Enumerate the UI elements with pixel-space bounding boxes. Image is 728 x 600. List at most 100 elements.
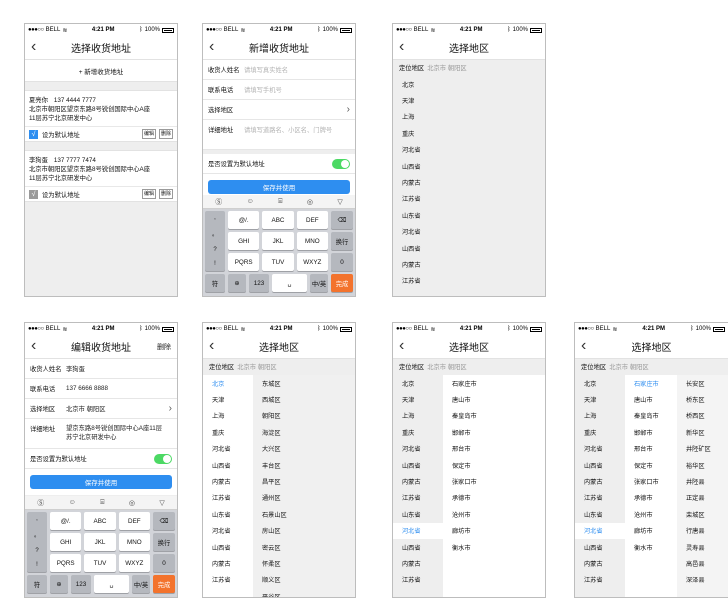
province-item[interactable]: 山西省 xyxy=(393,539,443,555)
phone-field[interactable]: 联系电话 137 6666 8888 xyxy=(25,379,177,399)
district-item[interactable]: 昌平区 xyxy=(253,473,355,489)
space-key[interactable]: ␣ xyxy=(94,575,129,593)
settings-icon[interactable]: ◎ xyxy=(307,198,313,206)
city-item[interactable]: 邯郸市 xyxy=(625,424,677,440)
name-field[interactable]: 收货人姓名 李狗蛋 xyxy=(25,359,177,379)
clipboard-icon[interactable]: ⌸ xyxy=(100,499,104,507)
location-row[interactable]: 定位地区 北京市 朝阳区 xyxy=(393,60,545,74)
newline-key[interactable]: 换行 xyxy=(153,533,175,551)
city-item[interactable]: 沧州市 xyxy=(443,506,545,522)
city-item[interactable]: 保定市 xyxy=(443,457,545,473)
province-item[interactable]: 河北省 xyxy=(393,224,545,240)
district-item[interactable]: 桥西区 xyxy=(677,408,728,424)
city-item[interactable]: 衡水市 xyxy=(443,539,545,555)
emoji-icon[interactable]: ☺ xyxy=(247,198,254,205)
city-item[interactable]: 衡水市 xyxy=(625,539,677,555)
district-item[interactable]: 顺义区 xyxy=(253,572,355,588)
province-item[interactable]: 重庆 xyxy=(203,424,253,440)
district-item[interactable]: 平谷区 xyxy=(253,588,355,597)
city-item[interactable]: 邯郸市 xyxy=(443,424,545,440)
back-icon[interactable]: ‹ xyxy=(399,38,404,56)
punctuation-key[interactable]: ,。?! xyxy=(27,512,47,572)
province-item[interactable]: 上海 xyxy=(393,109,545,125)
delete-key[interactable]: ⌫ xyxy=(331,211,353,229)
done-key[interactable]: 完成 xyxy=(153,575,175,593)
province-item[interactable]: 天津 xyxy=(203,391,253,407)
district-item[interactable]: 井陉矿区 xyxy=(677,441,728,457)
district-item[interactable]: 海淀区 xyxy=(253,424,355,440)
key[interactable]: DEF xyxy=(296,211,328,229)
key[interactable]: JKL xyxy=(262,232,294,250)
province-item[interactable]: 上海 xyxy=(393,408,443,424)
collapse-icon[interactable]: ▽ xyxy=(159,499,164,507)
province-item[interactable]: 内蒙古 xyxy=(393,555,443,571)
province-item[interactable]: 山西省 xyxy=(393,158,545,174)
key[interactable]: GHI xyxy=(50,533,82,551)
district-item[interactable]: 灵寿县 xyxy=(677,539,728,555)
province-item[interactable]: 江苏省 xyxy=(203,572,253,588)
province-item[interactable]: 山西省 xyxy=(393,240,545,256)
district-item[interactable]: 怀柔区 xyxy=(253,555,355,571)
province-item[interactable]: 江苏省 xyxy=(393,273,545,289)
district-item[interactable]: 行唐县 xyxy=(677,523,728,539)
province-item[interactable]: 江苏省 xyxy=(393,572,443,588)
province-item[interactable]: 江苏省 xyxy=(393,191,545,207)
delete-button[interactable]: 删除 xyxy=(158,189,173,199)
region-field[interactable]: 选择地区 北京市 朝阳区 › xyxy=(25,399,177,419)
province-item[interactable]: 河北省 xyxy=(393,441,443,457)
default-toggle[interactable] xyxy=(332,158,350,169)
sogou-icon[interactable]: Ⓢ xyxy=(215,197,222,207)
key[interactable]: ABC xyxy=(84,512,116,530)
number-key[interactable]: 123 xyxy=(71,575,91,593)
province-item[interactable]: 北京 xyxy=(575,375,625,391)
sogou-icon[interactable]: Ⓢ xyxy=(37,498,44,508)
phone-input[interactable]: 请填写手机号 xyxy=(244,85,282,94)
key[interactable]: WXYZ xyxy=(118,554,150,572)
save-button[interactable]: 保存并使用 xyxy=(208,180,350,194)
city-item[interactable]: 石家庄市 xyxy=(443,375,545,391)
province-item[interactable]: 内蒙古 xyxy=(393,256,545,272)
district-item[interactable]: 高邑县 xyxy=(677,555,728,571)
district-item[interactable]: 正定县 xyxy=(677,490,728,506)
province-item[interactable]: 北京 xyxy=(393,76,545,92)
back-icon[interactable]: ‹ xyxy=(581,337,586,355)
globe-key[interactable]: ⊕ xyxy=(50,575,68,593)
key[interactable]: DEF xyxy=(118,512,150,530)
key[interactable]: PQRS xyxy=(50,554,82,572)
detail-input[interactable]: 请填写道路名、小区名、门牌号 xyxy=(244,125,332,134)
city-item[interactable]: 秦皇岛市 xyxy=(443,408,545,424)
district-item[interactable]: 朝阳区 xyxy=(253,408,355,424)
back-icon[interactable]: ‹ xyxy=(31,337,36,355)
city-item[interactable]: 唐山市 xyxy=(443,391,545,407)
save-button[interactable]: 保存并使用 xyxy=(30,475,172,489)
province-item[interactable]: 天津 xyxy=(393,92,545,108)
newline-key[interactable]: 换行 xyxy=(331,232,353,250)
key[interactable]: MNO xyxy=(118,533,150,551)
city-item[interactable]: 沧州市 xyxy=(625,506,677,522)
province-item[interactable]: 山东省 xyxy=(393,506,443,522)
detail-field[interactable]: 详细地址 请填写道路名、小区名、门牌号 xyxy=(203,120,355,150)
district-item[interactable]: 桥东区 xyxy=(677,391,728,407)
province-item[interactable]: 山东省 xyxy=(203,506,253,522)
province-item[interactable]: 内蒙古 xyxy=(393,473,443,489)
zero-key[interactable]: 0 xyxy=(153,554,175,572)
name-input[interactable]: 李狗蛋 xyxy=(66,364,85,373)
symbol-key[interactable]: 符 xyxy=(205,274,225,292)
back-icon[interactable]: ‹ xyxy=(209,38,214,56)
province-item[interactable]: 天津 xyxy=(575,391,625,407)
key[interactable]: GHI xyxy=(228,232,260,250)
province-item[interactable]: 江苏省 xyxy=(203,490,253,506)
phone-field[interactable]: 联系电话 请填写手机号 xyxy=(203,80,355,100)
district-item[interactable]: 大兴区 xyxy=(253,441,355,457)
key[interactable]: PQRS xyxy=(228,253,260,271)
done-key[interactable]: 完成 xyxy=(331,274,353,292)
default-toggle[interactable] xyxy=(154,453,172,464)
emoji-icon[interactable]: ☺ xyxy=(69,499,76,506)
province-item[interactable]: 河北省 xyxy=(203,523,253,539)
province-item[interactable]: 上海 xyxy=(575,408,625,424)
address-card[interactable]: 夏亮你 137 4444 7777 北京市朝阳区望京东路8号锐创国际中心A座 11… xyxy=(25,90,177,142)
province-item-selected[interactable]: 北京 xyxy=(203,375,253,391)
phone-input[interactable]: 137 6666 8888 xyxy=(66,385,108,392)
city-item[interactable]: 唐山市 xyxy=(625,391,677,407)
city-item[interactable]: 承德市 xyxy=(443,490,545,506)
